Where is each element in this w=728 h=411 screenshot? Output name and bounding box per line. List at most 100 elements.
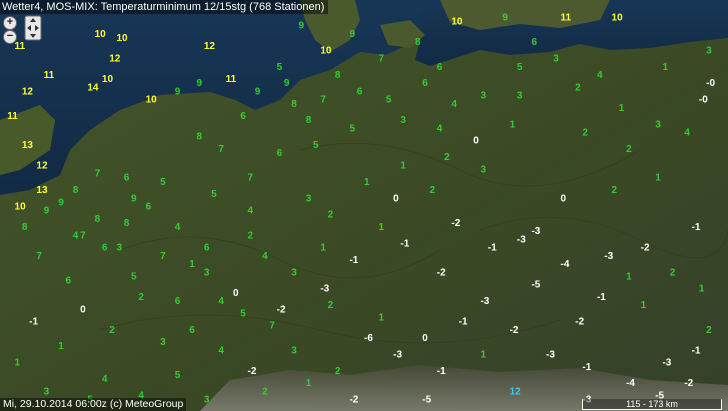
station-value: 8 bbox=[197, 132, 203, 143]
station-value: 3 bbox=[655, 119, 661, 130]
station-value: 5 bbox=[160, 177, 166, 188]
station-value: -1 bbox=[437, 366, 446, 377]
zoom-out-button[interactable]: − bbox=[3, 30, 17, 44]
station-value: 4 bbox=[597, 70, 603, 81]
station-value: 3 bbox=[306, 193, 312, 204]
station-value: 1 bbox=[58, 341, 64, 352]
station-value: 2 bbox=[430, 185, 436, 196]
station-value: 12 bbox=[36, 160, 48, 171]
station-value: 4 bbox=[175, 222, 181, 233]
station-value: -3 bbox=[517, 234, 526, 245]
station-value: -2 bbox=[248, 366, 257, 377]
station-value: 1 bbox=[641, 300, 647, 311]
station-value: -1 bbox=[692, 222, 701, 233]
timestamp-footer: Mi, 29.10.2014 06:00z (c) MeteoGroup bbox=[0, 398, 187, 411]
station-value: 2 bbox=[262, 386, 268, 397]
station-value: 11 bbox=[15, 41, 26, 52]
station-value: -2 bbox=[349, 395, 358, 406]
station-value: 8 bbox=[73, 185, 79, 196]
map-title: Wetter4, MOS-MIX: Temperaturminimum 12/1… bbox=[0, 0, 329, 14]
zoom-in-button[interactable]: + bbox=[3, 16, 17, 30]
station-value: -1 bbox=[692, 345, 701, 356]
station-value: -2 bbox=[277, 304, 286, 315]
station-value: -2 bbox=[575, 317, 584, 328]
station-value: 14 bbox=[87, 82, 99, 93]
station-value: 5 bbox=[277, 62, 283, 73]
station-value: -3 bbox=[546, 349, 555, 360]
station-value: 9 bbox=[197, 78, 203, 89]
station-value: -3 bbox=[393, 349, 402, 360]
station-value: 10 bbox=[146, 95, 158, 106]
station-value: 5 bbox=[131, 271, 137, 282]
station-value: -3 bbox=[320, 284, 329, 295]
station-value: 3 bbox=[400, 115, 406, 126]
station-value: 8 bbox=[335, 70, 341, 81]
map-view[interactable]: 10 10 11 12 12 10 14 11 12 11 13 12 13 10 9 8 7 6 5 6 4 6 4 5 7 6… bbox=[0, 0, 728, 411]
station-value: -5 bbox=[422, 395, 431, 406]
station-value: 8 bbox=[95, 214, 101, 225]
station-value: 7 bbox=[160, 251, 166, 262]
station-value: 1 bbox=[400, 160, 406, 171]
station-value: 6 bbox=[531, 37, 537, 48]
station-value: 6 bbox=[175, 296, 181, 307]
station-value: 2 bbox=[138, 292, 144, 303]
station-value: 9 bbox=[175, 86, 181, 97]
station-value: 2 bbox=[582, 128, 588, 139]
station-value: 9 bbox=[349, 29, 355, 40]
station-value: 12 bbox=[204, 41, 216, 52]
station-value: 1 bbox=[619, 103, 625, 114]
station-value: 6 bbox=[124, 173, 130, 184]
station-value: 10 bbox=[102, 74, 114, 85]
station-value: 9 bbox=[58, 197, 64, 208]
station-value: 7 bbox=[95, 169, 101, 180]
station-value: 2 bbox=[444, 152, 450, 163]
station-value: 3 bbox=[480, 165, 486, 176]
station-value: 0 bbox=[233, 288, 239, 299]
station-value: 1 bbox=[15, 358, 21, 369]
station-value: 9 bbox=[284, 78, 290, 89]
station-value: 2 bbox=[328, 210, 334, 221]
station-value: 9 bbox=[255, 86, 261, 97]
station-value: 6 bbox=[66, 275, 72, 286]
station-value: 5 bbox=[349, 123, 355, 134]
station-value: 6 bbox=[189, 325, 195, 336]
station-value: 3 bbox=[204, 267, 210, 278]
station-value: 6 bbox=[146, 202, 152, 213]
satellite-map[interactable]: 10 1011 1212101411121113121310 987 6 56464576… bbox=[0, 0, 728, 411]
station-value: 10 bbox=[15, 202, 27, 213]
station-value: 0 bbox=[80, 304, 86, 315]
station-value: 5 bbox=[175, 370, 181, 381]
station-value: 2 bbox=[612, 185, 618, 196]
station-value: 4 bbox=[262, 251, 268, 262]
station-value: 12 bbox=[510, 386, 522, 397]
station-value: 0 bbox=[422, 333, 428, 344]
station-value: 9 bbox=[298, 21, 304, 32]
station-value: -1 bbox=[400, 238, 409, 249]
station-value: 1 bbox=[320, 243, 326, 254]
station-value: 3 bbox=[706, 45, 712, 56]
station-value: 3 bbox=[116, 243, 122, 254]
station-value: 8 bbox=[415, 37, 421, 48]
station-value: 10 bbox=[116, 33, 128, 44]
station-value: 7 bbox=[320, 95, 326, 106]
station-value: 2 bbox=[626, 144, 632, 155]
station-value: 1 bbox=[510, 119, 516, 130]
station-value: 6 bbox=[357, 86, 363, 97]
pan-arrows-icon[interactable] bbox=[24, 15, 42, 41]
station-value: 12 bbox=[109, 54, 121, 65]
station-value: 8 bbox=[124, 218, 130, 229]
station-value: 11 bbox=[226, 74, 237, 85]
station-value: 4 bbox=[684, 128, 690, 139]
station-value: 8 bbox=[306, 115, 312, 126]
station-value: 2 bbox=[335, 366, 341, 377]
station-value: 7 bbox=[218, 144, 224, 155]
station-value: 6 bbox=[277, 148, 283, 159]
station-value: 11 bbox=[44, 70, 55, 81]
station-value: 3 bbox=[480, 91, 486, 102]
station-value: 3 bbox=[291, 345, 297, 356]
station-value: 10 bbox=[612, 12, 624, 23]
station-value: -1 bbox=[29, 317, 38, 328]
station-value: -1 bbox=[488, 243, 497, 254]
station-value: -2 bbox=[451, 218, 460, 229]
station-value: 1 bbox=[379, 312, 385, 323]
